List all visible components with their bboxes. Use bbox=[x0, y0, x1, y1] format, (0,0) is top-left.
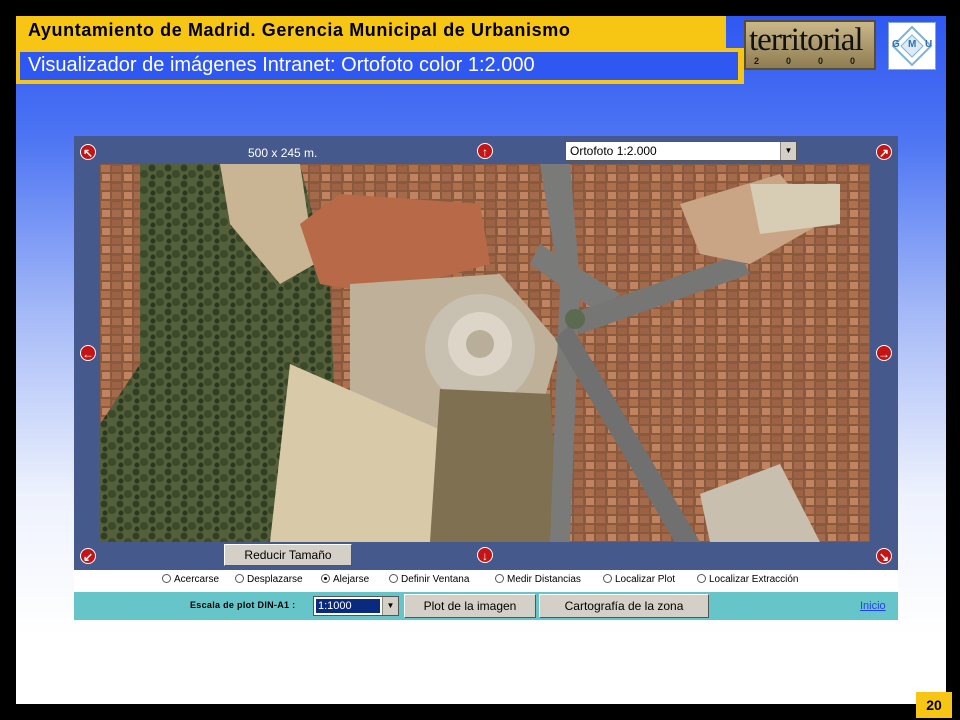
territorial-logo: territorial 2000 bbox=[744, 20, 876, 70]
page-title: Ayuntamiento de Madrid. Gerencia Municip… bbox=[28, 20, 571, 40]
tool-radio-medir-distancias[interactable]: Medir Distancias bbox=[495, 574, 581, 585]
plot-scale-label: Escala de plot DIN-A1 : bbox=[190, 600, 296, 610]
radio-button-icon[interactable] bbox=[389, 574, 398, 583]
radio-button-icon[interactable] bbox=[235, 574, 244, 583]
pan-northeast-arrow-icon[interactable]: ↗ bbox=[876, 144, 892, 160]
tool-label: Medir Distancias bbox=[507, 574, 581, 585]
tool-radio-localizar-extraccion[interactable]: Localizar Extracción bbox=[697, 574, 798, 585]
pan-southwest-arrow-icon[interactable]: ↙ bbox=[80, 548, 96, 564]
layer-select-value: Ortofoto 1:2.000 bbox=[570, 144, 657, 158]
plot-image-button[interactable]: Plot de la imagen bbox=[404, 594, 536, 618]
radio-button-selected-icon[interactable] bbox=[321, 574, 330, 583]
tool-label: Desplazarse bbox=[247, 574, 303, 585]
home-link[interactable]: Inicio bbox=[860, 600, 886, 612]
tool-radio-desplazarse[interactable]: Desplazarse bbox=[235, 574, 303, 585]
tool-label: Definir Ventana bbox=[401, 574, 470, 585]
gmu-logo: G M U bbox=[888, 22, 936, 70]
gmu-logo-u: U bbox=[925, 39, 933, 50]
tool-radio-localizar-plot[interactable]: Localizar Plot bbox=[603, 574, 675, 585]
pan-west-arrow-icon[interactable]: ← bbox=[80, 345, 96, 361]
tool-label: Localizar Extracción bbox=[709, 574, 799, 585]
radio-button-icon[interactable] bbox=[162, 574, 171, 583]
map-dimensions-label: 500 x 245 m. bbox=[248, 146, 318, 160]
tool-label: Acercarse bbox=[174, 574, 220, 585]
tool-radio-alejarse[interactable]: Alejarse bbox=[321, 574, 369, 585]
radio-button-icon[interactable] bbox=[697, 574, 706, 583]
chevron-down-icon[interactable]: ▼ bbox=[382, 597, 398, 615]
pan-south-arrow-icon[interactable]: ↓ bbox=[477, 547, 493, 563]
gmu-logo-m: M bbox=[908, 39, 917, 50]
tool-label: Alejarse bbox=[333, 574, 370, 585]
tool-radio-acercarse[interactable]: Acercarse bbox=[162, 574, 219, 585]
territorial-logo-text: territorial bbox=[749, 22, 864, 58]
subtitle: Visualizador de imágenes Intranet: Ortof… bbox=[28, 54, 535, 76]
pan-northwest-arrow-icon[interactable]: ↖ bbox=[80, 144, 96, 160]
pan-east-arrow-icon[interactable]: → bbox=[876, 345, 892, 361]
territorial-logo-year: 2000 bbox=[754, 56, 883, 66]
plot-scale-value: 1:1000 bbox=[316, 599, 380, 613]
gmu-logo-g: G bbox=[892, 39, 900, 50]
pan-north-arrow-icon[interactable]: ↑ bbox=[477, 143, 493, 159]
radio-button-icon[interactable] bbox=[603, 574, 612, 583]
tool-radio-definir-ventana[interactable]: Definir Ventana bbox=[389, 574, 469, 585]
orthophoto-map[interactable] bbox=[100, 164, 870, 542]
radio-button-icon[interactable] bbox=[495, 574, 504, 583]
reduce-size-button[interactable]: Reducir Tamaño bbox=[224, 544, 352, 566]
layer-select[interactable]: Ortofoto 1:2.000 ▼ bbox=[565, 141, 797, 161]
zone-cartography-button[interactable]: Cartografía de la zona bbox=[539, 594, 709, 618]
page-number: 20 bbox=[916, 692, 952, 718]
plot-scale-select[interactable]: 1:1000 ▼ bbox=[313, 596, 399, 616]
tool-label: Localizar Plot bbox=[615, 574, 676, 585]
orthophoto-image bbox=[100, 164, 870, 542]
pan-southeast-arrow-icon[interactable]: ↘ bbox=[876, 548, 892, 564]
chevron-down-icon[interactable]: ▼ bbox=[780, 142, 796, 160]
